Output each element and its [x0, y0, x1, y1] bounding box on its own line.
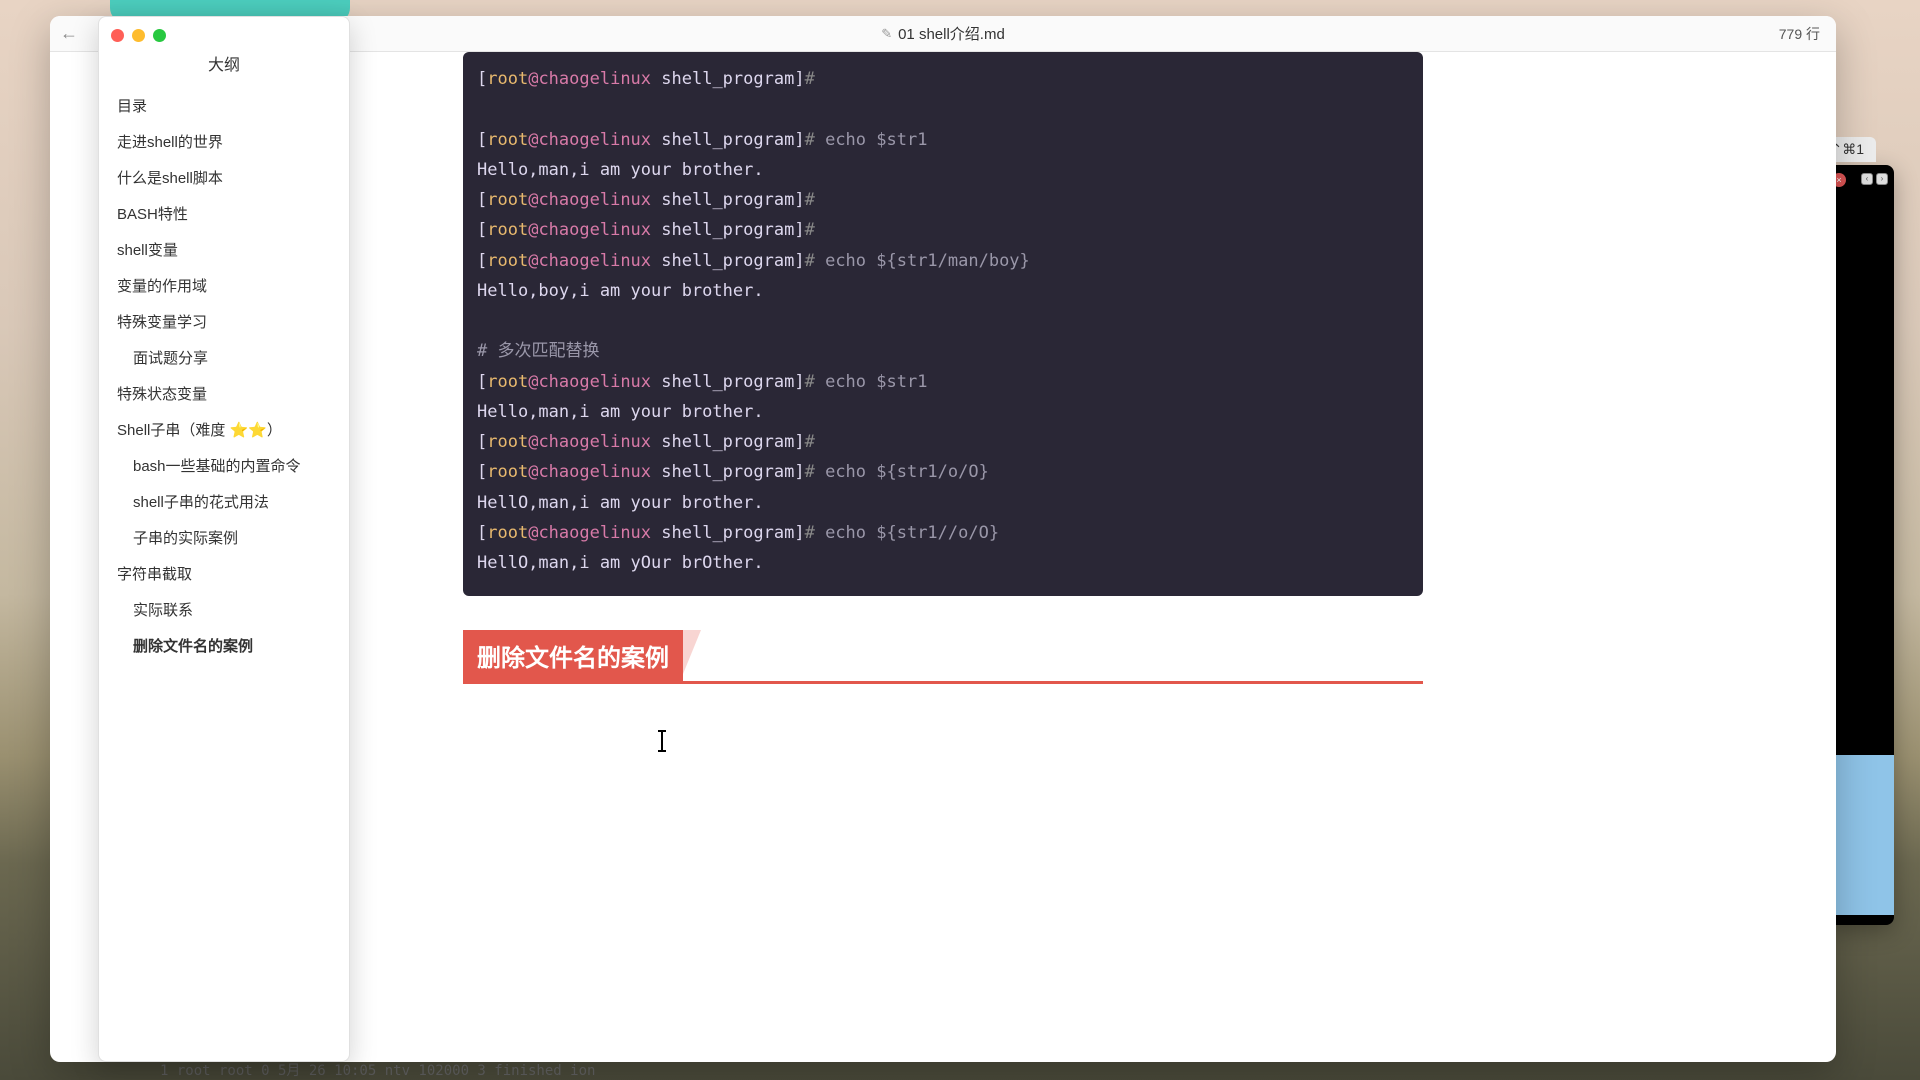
- outline-item[interactable]: shell变量: [113, 233, 335, 269]
- outline-item[interactable]: BASH特性: [113, 197, 335, 233]
- background-terminal-line: 1 root root 0 5月 26 10:05 ntv 102000 3 f…: [160, 1060, 595, 1080]
- outline-item[interactable]: shell子串的花式用法: [113, 485, 335, 521]
- code-block: [root@chaogelinux shell_program]# [root@…: [463, 52, 1423, 596]
- outline-item[interactable]: 面试题分享: [113, 341, 335, 377]
- pencil-icon: ✎: [881, 26, 892, 42]
- document-title: ✎ 01 shell介绍.md: [881, 23, 1005, 44]
- outline-item[interactable]: Shell子串（难度 ⭐⭐）: [113, 413, 335, 449]
- outline-item[interactable]: 特殊变量学习: [113, 305, 335, 341]
- text-cursor[interactable]: [661, 730, 663, 752]
- outline-list: 目录走进shell的世界什么是shell脚本BASH特性shell变量变量的作用…: [99, 89, 349, 679]
- outline-item[interactable]: 特殊状态变量: [113, 377, 335, 413]
- outline-panel: 大纲 目录走进shell的世界什么是shell脚本BASH特性shell变量变量…: [98, 16, 350, 1062]
- outline-item[interactable]: 什么是shell脚本: [113, 161, 335, 197]
- window-traffic-lights: [111, 29, 166, 42]
- outline-title: 大纲: [99, 17, 349, 89]
- background-terminal-window: ⌃⌘1 × ‹ ›: [1826, 165, 1894, 925]
- line-count: 779 行: [1779, 24, 1820, 44]
- back-button[interactable]: ←: [60, 23, 78, 44]
- outline-item[interactable]: 删除文件名的案例: [113, 629, 335, 665]
- document-title-text: 01 shell介绍.md: [898, 23, 1005, 44]
- minimize-window-button[interactable]: [132, 29, 145, 42]
- chevron-left-icon[interactable]: ‹: [1861, 173, 1873, 185]
- outline-item[interactable]: 目录: [113, 89, 335, 125]
- section-heading-label: 删除文件名的案例: [463, 630, 683, 681]
- outline-item[interactable]: 字符串截取: [113, 557, 335, 593]
- maximize-window-button[interactable]: [153, 29, 166, 42]
- outline-item[interactable]: 变量的作用域: [113, 269, 335, 305]
- close-window-button[interactable]: [111, 29, 124, 42]
- outline-item[interactable]: bash一些基础的内置命令: [113, 449, 335, 485]
- section-heading: 删除文件名的案例: [463, 630, 1423, 684]
- outline-item[interactable]: 子串的实际案例: [113, 521, 335, 557]
- background-terminal-selection: [1826, 755, 1894, 915]
- chevron-right-icon[interactable]: ›: [1876, 173, 1888, 185]
- outline-item[interactable]: 实际联系: [113, 593, 335, 629]
- outline-item[interactable]: 走进shell的世界: [113, 125, 335, 161]
- background-terminal-nav: ‹ ›: [1861, 173, 1888, 185]
